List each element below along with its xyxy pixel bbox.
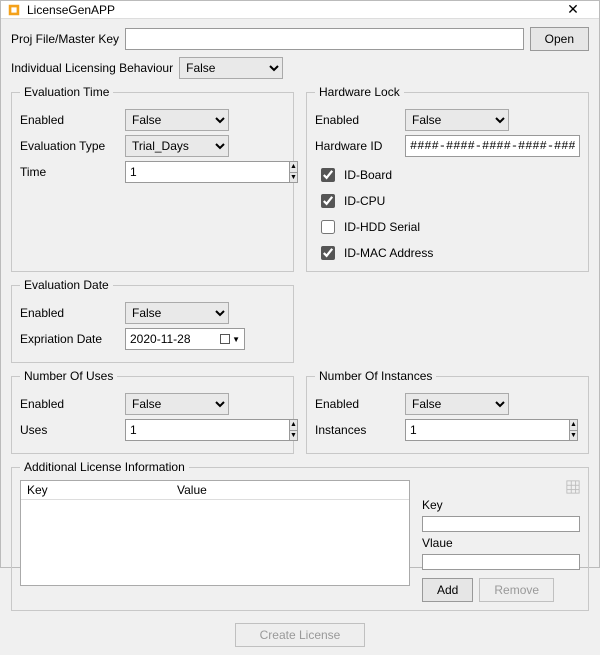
- evaluation-type-label: Evaluation Type: [20, 139, 125, 153]
- instances-label: Instances: [315, 423, 405, 437]
- uses-label: Uses: [20, 423, 125, 437]
- ilb-select[interactable]: False: [179, 57, 283, 79]
- app-icon: [7, 3, 21, 17]
- additional-license-info-group: Additional License Information Key Value…: [11, 460, 589, 611]
- hardware-lock-group: Hardware Lock Enabled False Hardware ID …: [306, 85, 589, 272]
- license-info-table[interactable]: Key Value: [20, 480, 410, 586]
- evaluation-date-legend: Evaluation Date: [20, 278, 113, 292]
- table-header-value: Value: [171, 481, 213, 499]
- number-of-uses-legend: Number Of Uses: [20, 369, 117, 383]
- proj-file-input[interactable]: [125, 28, 524, 50]
- id-hdd-label: ID-HDD Serial: [344, 220, 420, 234]
- uses-spinner[interactable]: ▲▼: [125, 419, 229, 441]
- id-board-label: ID-Board: [344, 168, 392, 182]
- eval-date-enabled-select[interactable]: False: [125, 302, 229, 324]
- remove-button[interactable]: Remove: [479, 578, 554, 602]
- eval-time-enabled-select[interactable]: False: [125, 109, 229, 131]
- expiration-date-picker[interactable]: 2020-11-28 ▼: [125, 328, 245, 350]
- uses-input[interactable]: [125, 419, 289, 441]
- evaluation-type-select[interactable]: Trial_Days: [125, 135, 229, 157]
- expiration-date-value: 2020-11-28: [130, 332, 191, 346]
- number-of-uses-group: Number Of Uses Enabled False Uses ▲▼: [11, 369, 294, 454]
- side-key-label: Key: [422, 498, 580, 512]
- number-of-instances-group: Number Of Instances Enabled False Instan…: [306, 369, 589, 454]
- close-button[interactable]: ✕: [553, 1, 593, 18]
- checkbox-id-board[interactable]: ID-Board: [317, 165, 580, 185]
- time-input[interactable]: [125, 161, 289, 183]
- inst-step-up[interactable]: ▲: [569, 419, 578, 430]
- proj-file-label: Proj File/Master Key: [11, 32, 119, 46]
- additional-license-info-legend: Additional License Information: [20, 460, 189, 474]
- id-cpu-label: ID-CPU: [344, 194, 385, 208]
- instances-spinner[interactable]: ▲▼: [405, 419, 509, 441]
- checkbox-id-mac[interactable]: ID-MAC Address: [317, 243, 580, 263]
- id-hdd-check[interactable]: [321, 220, 335, 234]
- hw-enabled-select[interactable]: False: [405, 109, 509, 131]
- id-mac-label: ID-MAC Address: [344, 246, 433, 260]
- evaluation-date-group: Evaluation Date Enabled False Expriation…: [11, 278, 294, 363]
- side-key-input[interactable]: [422, 516, 580, 532]
- chevron-down-icon: ▼: [232, 335, 240, 344]
- titlebar: LicenseGenAPP ✕: [1, 1, 599, 19]
- calendar-icon: [220, 334, 230, 344]
- hardware-id-input[interactable]: [405, 135, 580, 157]
- time-label: Time: [20, 165, 125, 179]
- checkbox-id-hdd[interactable]: ID-HDD Serial: [317, 217, 580, 237]
- number-of-instances-legend: Number Of Instances: [315, 369, 436, 383]
- evaluation-time-legend: Evaluation Time: [20, 85, 113, 99]
- hardware-lock-legend: Hardware Lock: [315, 85, 404, 99]
- add-button[interactable]: Add: [422, 578, 473, 602]
- create-license-button[interactable]: Create License: [235, 623, 366, 647]
- inst-enabled-label: Enabled: [315, 397, 405, 411]
- instances-input[interactable]: [405, 419, 569, 441]
- side-value-label: Vlaue: [422, 536, 580, 550]
- hw-enabled-label: Enabled: [315, 113, 405, 127]
- id-mac-check[interactable]: [321, 246, 335, 260]
- grid-icon: [566, 480, 580, 494]
- inst-step-down[interactable]: ▼: [569, 430, 578, 442]
- time-spinner[interactable]: ▲▼: [125, 161, 229, 183]
- eval-time-enabled-label: Enabled: [20, 113, 125, 127]
- evaluation-time-group: Evaluation Time Enabled False Evaluation…: [11, 85, 294, 272]
- open-button[interactable]: Open: [530, 27, 589, 51]
- uses-enabled-label: Enabled: [20, 397, 125, 411]
- eval-date-enabled-label: Enabled: [20, 306, 125, 320]
- window-title: LicenseGenAPP: [27, 3, 553, 17]
- checkbox-id-cpu[interactable]: ID-CPU: [317, 191, 580, 211]
- uses-step-up[interactable]: ▲: [289, 419, 298, 430]
- uses-enabled-select[interactable]: False: [125, 393, 229, 415]
- expiration-date-label: Expriation Date: [20, 332, 125, 346]
- ilb-label: Individual Licensing Behaviour: [11, 61, 173, 75]
- id-board-check[interactable]: [321, 168, 335, 182]
- table-header-key: Key: [21, 481, 171, 499]
- time-step-down[interactable]: ▼: [289, 172, 298, 184]
- inst-enabled-select[interactable]: False: [405, 393, 509, 415]
- uses-step-down[interactable]: ▼: [289, 430, 298, 442]
- hardware-id-label: Hardware ID: [315, 139, 405, 153]
- id-cpu-check[interactable]: [321, 194, 335, 208]
- time-step-up[interactable]: ▲: [289, 161, 298, 172]
